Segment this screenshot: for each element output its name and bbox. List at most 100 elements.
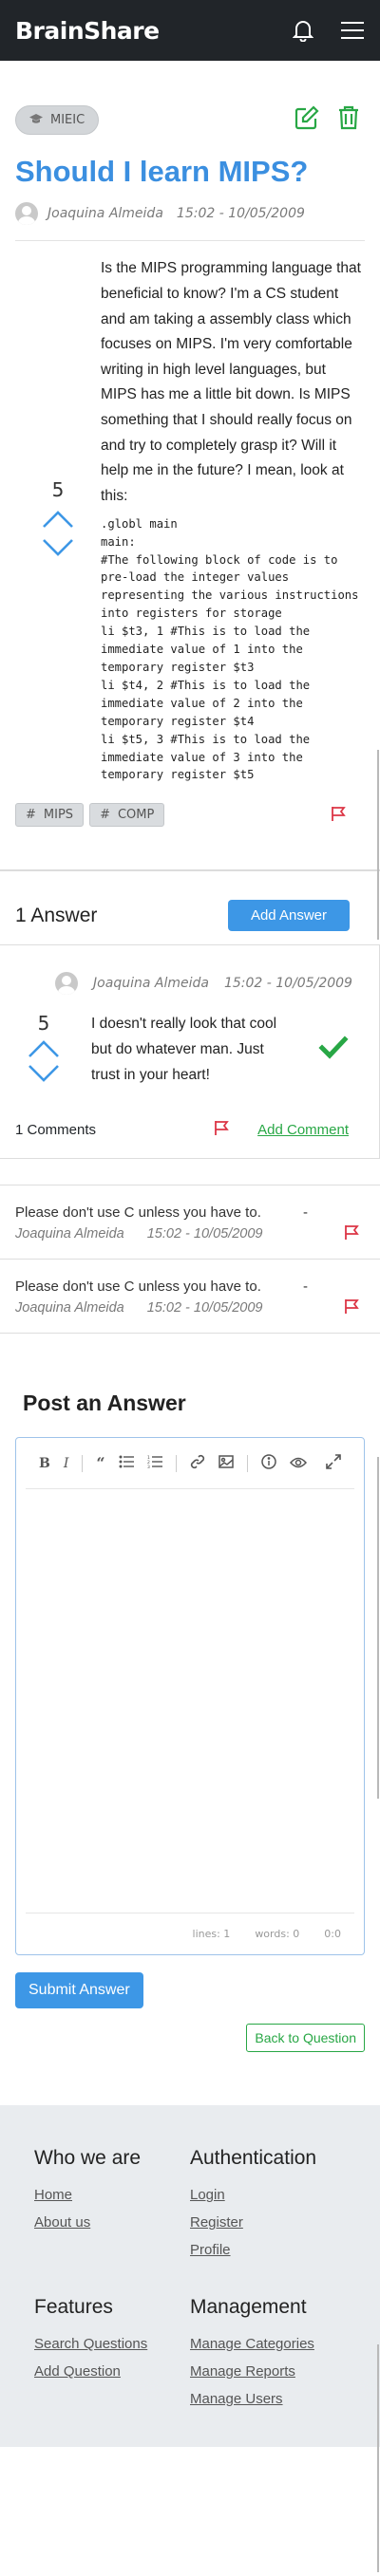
- answer-body: 5 I doesn't really look that cool but do…: [15, 1012, 364, 1088]
- question-date: 15:02 - 10/05/2009: [176, 206, 305, 222]
- info-icon[interactable]: [260, 1454, 276, 1473]
- footer-heading: Who we are: [34, 2147, 142, 2170]
- answer-text: I doesn't really look that cool but do w…: [91, 1016, 277, 1083]
- answer-card: Joaquina Almeida 15:02 - 10/05/2009 5 I …: [0, 944, 380, 1160]
- comments-spacer: [0, 1159, 380, 1186]
- comment-author[interactable]: Joaquina Almeida: [15, 1300, 124, 1316]
- footer-heading: Features: [34, 2296, 113, 2319]
- scrollbar-track[interactable]: [377, 2344, 379, 2572]
- fullscreen-icon[interactable]: [326, 1454, 341, 1473]
- upvote-icon[interactable]: [41, 505, 75, 533]
- downvote-icon[interactable]: [41, 533, 75, 562]
- footer-link-about[interactable]: About us: [34, 2214, 190, 2231]
- post-answer-section: Post an Answer B I “ 123 lines: 1 words:…: [0, 1334, 380, 2053]
- preview-eye-icon[interactable]: [289, 1454, 307, 1472]
- comment-date: 15:02 - 10/05/2009: [146, 1300, 263, 1316]
- question-title: Should I learn MIPS?: [15, 155, 309, 188]
- accepted-check-icon[interactable]: [318, 1036, 349, 1064]
- footer: Who we are Home About us Authentication …: [0, 2105, 380, 2448]
- report-flag-icon[interactable]: [344, 1298, 359, 1317]
- report-flag-icon[interactable]: [331, 806, 365, 825]
- question-vote-count: 5: [51, 478, 65, 502]
- quote-icon[interactable]: “: [96, 1454, 104, 1472]
- answer-footer: 1 Comments Add Comment: [15, 1120, 364, 1139]
- scrollbar-track[interactable]: [377, 750, 379, 940]
- brand-logo[interactable]: BrainShare: [15, 17, 160, 45]
- comment-author[interactable]: Joaquina Almeida: [15, 1226, 124, 1241]
- tag-label: COMP: [117, 808, 155, 823]
- add-answer-button[interactable]: Add Answer: [227, 900, 350, 932]
- back-to-question-button[interactable]: Back to Question: [246, 2024, 365, 2053]
- footer-grid: Who we are Home About us Authentication …: [34, 2147, 346, 2418]
- footer-features: Features Search Questions Add Question: [34, 2296, 190, 2418]
- footer-management: Management Manage Categories Manage Repo…: [190, 2296, 346, 2418]
- footer-heading: Authentication: [190, 2147, 317, 2170]
- editor-statusbar: lines: 1 words: 0 0:0: [26, 1913, 354, 1954]
- question-top-row: MIEIC: [15, 61, 365, 140]
- answers-count: 1 Answer: [15, 904, 98, 926]
- question-text: Is the MIPS programming language that be…: [101, 260, 361, 505]
- italic-icon[interactable]: I: [64, 1456, 69, 1471]
- question-content: Is the MIPS programming language that be…: [101, 256, 365, 784]
- question: MIEIC Should I learn MIPS? Joaquina Alme…: [0, 61, 380, 784]
- comment-dash: -: [303, 1279, 308, 1296]
- bold-icon[interactable]: B: [39, 1456, 50, 1471]
- avatar[interactable]: [55, 972, 79, 996]
- tag-label: MIPS: [43, 808, 74, 823]
- category-badge[interactable]: MIEIC: [15, 104, 100, 135]
- answer-vote-column: 5: [15, 1012, 72, 1088]
- numbered-list-icon[interactable]: 123: [147, 1454, 162, 1472]
- submit-answer-button[interactable]: Submit Answer: [15, 1972, 143, 2009]
- avatar[interactable]: [15, 202, 38, 226]
- add-comment-link[interactable]: Add Comment: [257, 1122, 349, 1138]
- comment-meta: Joaquina Almeida 15:02 - 10/05/2009: [15, 1224, 365, 1243]
- question-footer: # MIPS # COMP: [0, 803, 380, 828]
- comment-date: 15:02 - 10/05/2009: [146, 1226, 263, 1242]
- question-actions: [294, 105, 365, 134]
- comment-dash: -: [303, 1204, 308, 1222]
- markdown-editor[interactable]: B I “ 123 lines: 1 words: 0 0:0: [15, 1437, 365, 1956]
- footer-link-home[interactable]: Home: [34, 2187, 190, 2203]
- question-tags: # MIPS # COMP: [15, 803, 165, 828]
- footer-link-search-questions[interactable]: Search Questions: [34, 2336, 190, 2352]
- footer-link-add-question[interactable]: Add Question: [34, 2363, 190, 2380]
- trash-icon[interactable]: [338, 105, 359, 134]
- footer-heading: Management: [190, 2296, 307, 2319]
- tag-mips[interactable]: # MIPS: [15, 803, 85, 828]
- edit-icon[interactable]: [294, 105, 319, 134]
- answer-vote-count: 5: [37, 1012, 50, 1036]
- post-answer-title: Post an Answer: [23, 1391, 186, 1416]
- svg-text:3: 3: [147, 1465, 150, 1468]
- toolbar-separator: [246, 1454, 248, 1472]
- report-flag-icon[interactable]: [344, 1224, 359, 1243]
- editor-toolbar: B I “ 123: [26, 1438, 354, 1490]
- link-icon[interactable]: [190, 1454, 205, 1473]
- comment-text: Please don't use C unless you have to.: [15, 1204, 261, 1222]
- bell-icon[interactable]: [293, 19, 314, 42]
- footer-link-manage-users[interactable]: Manage Users: [190, 2391, 346, 2407]
- hash-icon: #: [26, 808, 36, 823]
- bullet-list-icon[interactable]: [119, 1454, 134, 1472]
- tag-comp[interactable]: # COMP: [89, 803, 165, 828]
- image-icon[interactable]: [218, 1454, 234, 1472]
- back-row: Back to Question: [15, 2024, 365, 2053]
- answers-section: 1 Answer Add Answer Joaquina Almeida 15:…: [0, 869, 380, 1335]
- menu-icon[interactable]: [340, 21, 365, 40]
- report-flag-icon[interactable]: [214, 1120, 229, 1139]
- footer-link-register[interactable]: Register: [190, 2214, 346, 2231]
- footer-link-manage-reports[interactable]: Manage Reports: [190, 2363, 346, 2380]
- question-author[interactable]: Joaquina Almeida: [48, 206, 163, 221]
- comment-item: Please don't use C unless you have to. -…: [0, 1185, 380, 1260]
- comment-meta: Joaquina Almeida 15:02 - 10/05/2009: [15, 1298, 365, 1317]
- editor-words: words: 0: [255, 1928, 300, 1941]
- footer-link-profile[interactable]: Profile: [190, 2242, 346, 2258]
- answer-author[interactable]: Joaquina Almeida: [93, 976, 209, 991]
- footer-link-manage-categories[interactable]: Manage Categories: [190, 2336, 346, 2352]
- editor-lines: lines: 1: [192, 1928, 231, 1941]
- downvote-icon[interactable]: [27, 1063, 61, 1088]
- footer-link-login[interactable]: Login: [190, 2187, 346, 2203]
- upvote-icon[interactable]: [27, 1038, 61, 1063]
- category-label: MIEIC: [50, 112, 86, 127]
- scrollbar-track[interactable]: [377, 1457, 379, 1799]
- comments-count[interactable]: 1 Comments: [15, 1122, 96, 1138]
